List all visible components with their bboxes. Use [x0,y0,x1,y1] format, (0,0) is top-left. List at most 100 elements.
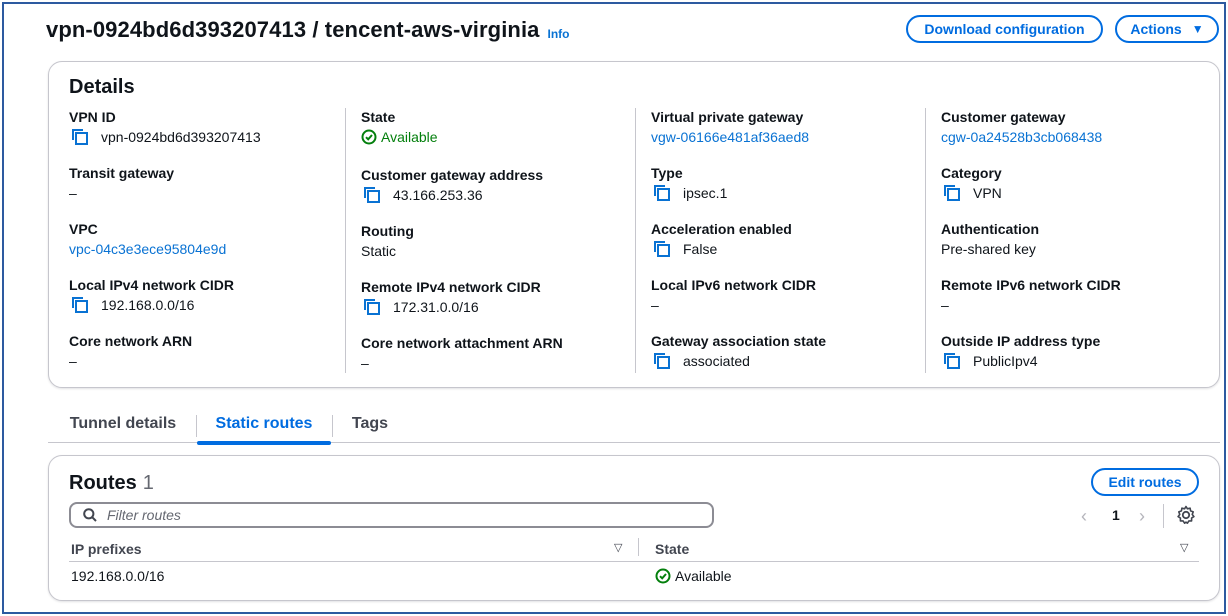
filter-routes-input[interactable] [107,507,667,523]
copy-icon[interactable] [363,186,385,204]
copy-icon[interactable] [653,184,675,202]
column-header-state[interactable]: State [655,537,689,561]
remote-ipv6-label: Remote IPv6 network CIDR [941,277,1121,293]
local-ipv4-value: 192.168.0.0/16 [101,297,195,313]
column-divider [345,108,346,373]
routes-count: 1 [142,472,154,494]
tab-tags[interactable]: Tags [340,405,400,443]
acceleration-value-row: False [651,240,931,258]
state-value: Available [381,129,438,145]
info-link[interactable]: Info [548,27,570,41]
copy-icon[interactable] [363,298,385,316]
status-available-icon [655,568,671,584]
local-ipv6-label: Local IPv6 network CIDR [651,277,816,293]
edit-routes-label: Edit routes [1108,474,1182,490]
vpc-label: VPC [69,221,98,237]
remote-ipv4-value: 172.31.0.0/16 [393,299,479,315]
field-vpc: VPC vpc-04c3e3ece95804e9d [69,220,349,258]
field-transit-gateway: Transit gateway – [69,164,349,202]
core-attachment-arn-value: – [361,355,369,371]
tab-tunnel-details[interactable]: Tunnel details [56,405,190,443]
acceleration-value: False [683,241,718,257]
outside-ip-type-value: PublicIpv4 [973,353,1038,369]
type-value-row: ipsec.1 [651,184,931,202]
authentication-label: Authentication [941,221,1039,237]
vpn-id-value-row: vpn-0924bd6d393207413 [69,128,349,146]
column-header-ip-prefixes[interactable]: IP prefixes [71,537,142,561]
tab-bar: Tunnel details Static routes Tags [48,405,1220,445]
field-customer-gateway: Customer gateway cgw-0a24528b3cb068438 [941,108,1221,146]
customer-gateway-link[interactable]: cgw-0a24528b3cb068438 [941,128,1221,146]
download-configuration-button[interactable]: Download configuration [906,15,1103,43]
filter-routes-field[interactable] [69,502,714,528]
vpn-id-label: VPN ID [69,109,116,125]
routing-label: Routing [361,223,414,239]
routes-header: Routes 1 [69,472,154,495]
local-ipv6-value: – [651,297,659,313]
vpg-link[interactable]: vgw-06166e481af36aed8 [651,128,931,146]
routing-value: Static [361,243,397,259]
type-label: Type [651,165,683,181]
copy-icon[interactable] [71,296,93,314]
field-vpn-id: VPN ID vpn-0924bd6d393207413 [69,108,349,146]
gw-assoc-state-value: associated [683,353,750,369]
column-divider [635,108,636,373]
field-type: Type ipsec.1 [651,164,931,202]
gw-assoc-state-value-row: associated [651,352,931,370]
core-attachment-arn-label: Core network attachment ARN [361,335,563,351]
settings-gear-icon[interactable] [1175,504,1197,526]
copy-icon[interactable] [943,352,965,370]
field-cgw-address: Customer gateway address 43.166.253.36 [361,166,641,204]
chevron-right-icon[interactable]: › [1139,506,1145,527]
route-prefix-cell: 192.168.0.0/16 [71,568,165,584]
cgw-address-value: 43.166.253.36 [393,187,483,203]
actions-label: Actions [1130,21,1182,37]
remote-ipv4-label: Remote IPv4 network CIDR [361,279,541,295]
copy-icon[interactable] [653,240,675,258]
field-outside-ip-type: Outside IP address type PublicIpv4 [941,332,1221,370]
sort-caret-icon[interactable]: ▽ [614,541,622,554]
type-value: ipsec.1 [683,185,728,201]
gw-assoc-state-label: Gateway association state [651,333,827,349]
tab-separator [332,415,333,437]
field-routing: Routing Static [361,222,641,260]
pager-separator [1163,504,1164,528]
routes-panel: Routes 1 ‹ 1 › IP prefixes ▽ State ▽ 192… [48,455,1220,601]
field-remote-ipv4: Remote IPv4 network CIDR 172.31.0.0/16 [361,278,641,316]
state-label: State [361,109,396,125]
field-remote-ipv6: Remote IPv6 network CIDR – [941,276,1221,314]
category-label: Category [941,165,1002,181]
copy-icon[interactable] [71,128,93,146]
vpc-link[interactable]: vpc-04c3e3ece95804e9d [69,240,349,258]
search-icon [83,508,97,522]
details-panel: Details VPN ID vpn-0924bd6d393207413 Tra… [48,61,1220,388]
chevron-left-icon[interactable]: ‹ [1081,506,1087,527]
page-header: vpn-0924bd6d393207413 / tencent-aws-virg… [46,14,570,46]
route-state-value: Available [675,568,732,584]
edit-routes-button[interactable]: Edit routes [1091,468,1199,496]
status-available-icon [361,129,377,145]
remote-ipv4-value-row: 172.31.0.0/16 [361,298,641,316]
actions-dropdown-button[interactable]: Actions ▼ [1115,15,1219,43]
page-title: vpn-0924bd6d393207413 / tencent-aws-virg… [46,17,540,42]
transit-gateway-value: – [69,185,77,201]
field-authentication: Authentication Pre-shared key [941,220,1221,258]
column-divider [925,108,926,373]
field-vpg: Virtual private gateway vgw-06166e481af3… [651,108,931,146]
outside-ip-type-label: Outside IP address type [941,333,1101,349]
field-local-ipv4: Local IPv4 network CIDR 192.168.0.0/16 [69,276,349,314]
sort-caret-icon[interactable]: ▽ [1180,541,1188,554]
field-state: State Available [361,108,641,146]
copy-icon[interactable] [943,184,965,202]
copy-icon[interactable] [653,352,675,370]
local-ipv4-value-row: 192.168.0.0/16 [69,296,349,314]
routes-title: Routes [69,472,137,494]
local-ipv4-label: Local IPv4 network CIDR [69,277,234,293]
acceleration-label: Acceleration enabled [651,221,792,237]
page-number[interactable]: 1 [1112,507,1120,523]
caret-down-icon: ▼ [1191,22,1204,36]
customer-gateway-label: Customer gateway [941,109,1066,125]
tab-static-routes[interactable]: Static routes [197,405,331,445]
vpg-label: Virtual private gateway [651,109,804,125]
cgw-address-label: Customer gateway address [361,167,544,183]
